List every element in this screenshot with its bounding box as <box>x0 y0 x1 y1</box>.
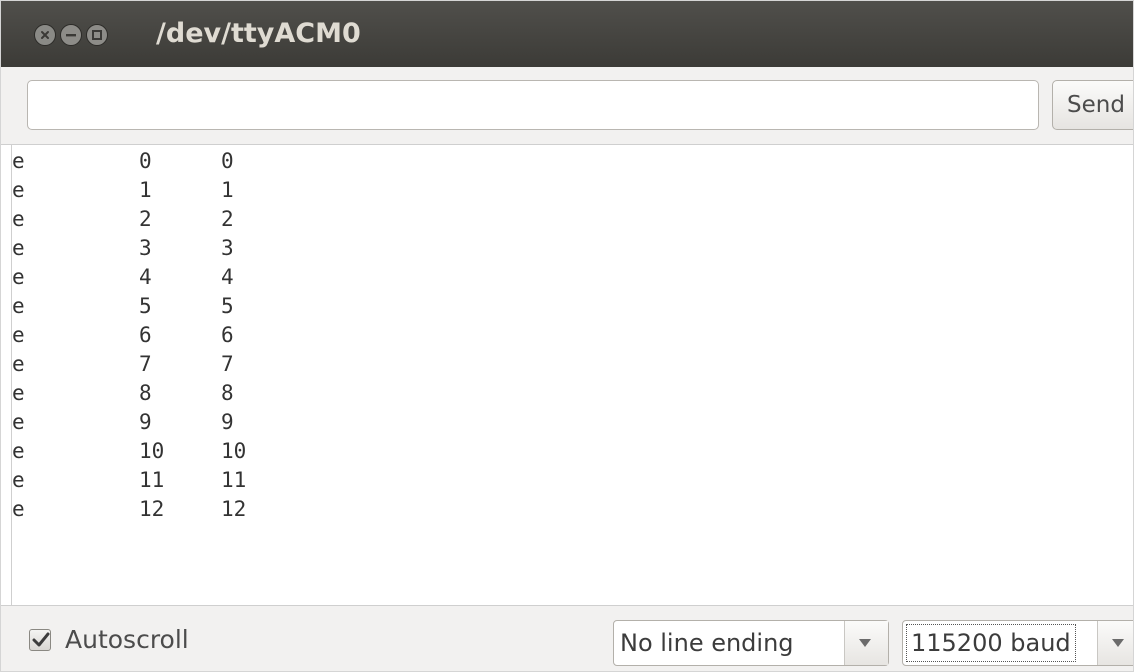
console-cell: e <box>12 439 25 463</box>
baud-rate-value: 115200 baud <box>906 624 1076 662</box>
checkmark-icon <box>32 632 50 647</box>
autoscroll-checkbox[interactable] <box>29 629 51 651</box>
console-cell: e <box>12 352 25 376</box>
serial-monitor-window: /dev/ttyACM0 Send e00e11e22e33e44e55e66e… <box>0 0 1134 672</box>
console-cell: e <box>12 207 25 231</box>
console-cell: 4 <box>221 265 234 289</box>
console-cell: 3 <box>221 236 234 260</box>
console-cell: 8 <box>139 381 152 405</box>
send-button[interactable]: Send <box>1052 80 1133 130</box>
console-cell: 8 <box>221 381 234 405</box>
console-cell: 9 <box>221 410 234 434</box>
line-ending-dropdown-button[interactable] <box>844 621 888 665</box>
console-cell: e <box>12 381 25 405</box>
console-cell: e <box>12 468 25 492</box>
console-cell: e <box>12 497 25 521</box>
console-cell: 5 <box>221 294 234 318</box>
line-ending-value: No line ending <box>620 629 794 657</box>
console-cell: 6 <box>139 323 152 347</box>
console-cell: 10 <box>221 439 247 463</box>
console-cell: 12 <box>139 497 165 521</box>
close-button[interactable] <box>34 24 56 46</box>
console-cell: e <box>12 323 25 347</box>
console-cell: e <box>12 294 25 318</box>
title-bar[interactable]: /dev/ttyACM0 <box>1 1 1133 67</box>
console-cell: e <box>12 178 25 202</box>
console-cell: 3 <box>139 236 152 260</box>
minimize-button[interactable] <box>60 24 82 46</box>
serial-output[interactable]: e 0 0 e 1 1 e 2 2 e 3 3 e 4 4 e 5 5 e 6 6 e 7 7 e 8 8 e 9 9 e 10 10 e 11 11… <box>11 145 1133 605</box>
console-cell: 5 <box>139 294 152 318</box>
console-cell: 11 <box>139 468 165 492</box>
console-cell: 11 <box>221 468 247 492</box>
console-cell: 1 <box>139 178 152 202</box>
console-cell: 0 <box>221 149 234 173</box>
console-cell: 9 <box>139 410 152 434</box>
baud-rate-select[interactable]: 115200 baud <box>902 620 1133 666</box>
console-cell: e <box>12 236 25 260</box>
console-cell: 4 <box>139 265 152 289</box>
console-cell: 2 <box>139 207 152 231</box>
console-cell: 6 <box>221 323 234 347</box>
bottom-bar: Autoscroll No line ending 115200 baud <box>1 605 1133 671</box>
window-title: /dev/ttyACM0 <box>156 18 361 49</box>
maximize-button[interactable] <box>86 24 108 46</box>
console-cell: e <box>12 410 25 434</box>
console-cell: 7 <box>221 352 234 376</box>
console-cell: 12 <box>221 497 247 521</box>
chevron-down-icon <box>859 639 871 647</box>
console-cell: 7 <box>139 352 152 376</box>
baud-rate-dropdown-button[interactable] <box>1097 621 1133 665</box>
minimize-icon <box>66 34 76 37</box>
console-cell: 0 <box>139 149 152 173</box>
autoscroll-label[interactable]: Autoscroll <box>65 623 189 657</box>
console-cell: 1 <box>221 178 234 202</box>
chevron-down-icon <box>1112 639 1124 647</box>
send-row: Send <box>1 67 1133 145</box>
console-cell: e <box>12 265 25 289</box>
console-cell: e <box>12 149 25 173</box>
close-icon <box>41 31 49 39</box>
console-cell: 10 <box>139 439 165 463</box>
line-ending-select[interactable]: No line ending <box>613 620 889 666</box>
serial-input[interactable] <box>27 80 1039 130</box>
console-cell: 2 <box>221 207 234 231</box>
maximize-icon <box>92 30 102 40</box>
